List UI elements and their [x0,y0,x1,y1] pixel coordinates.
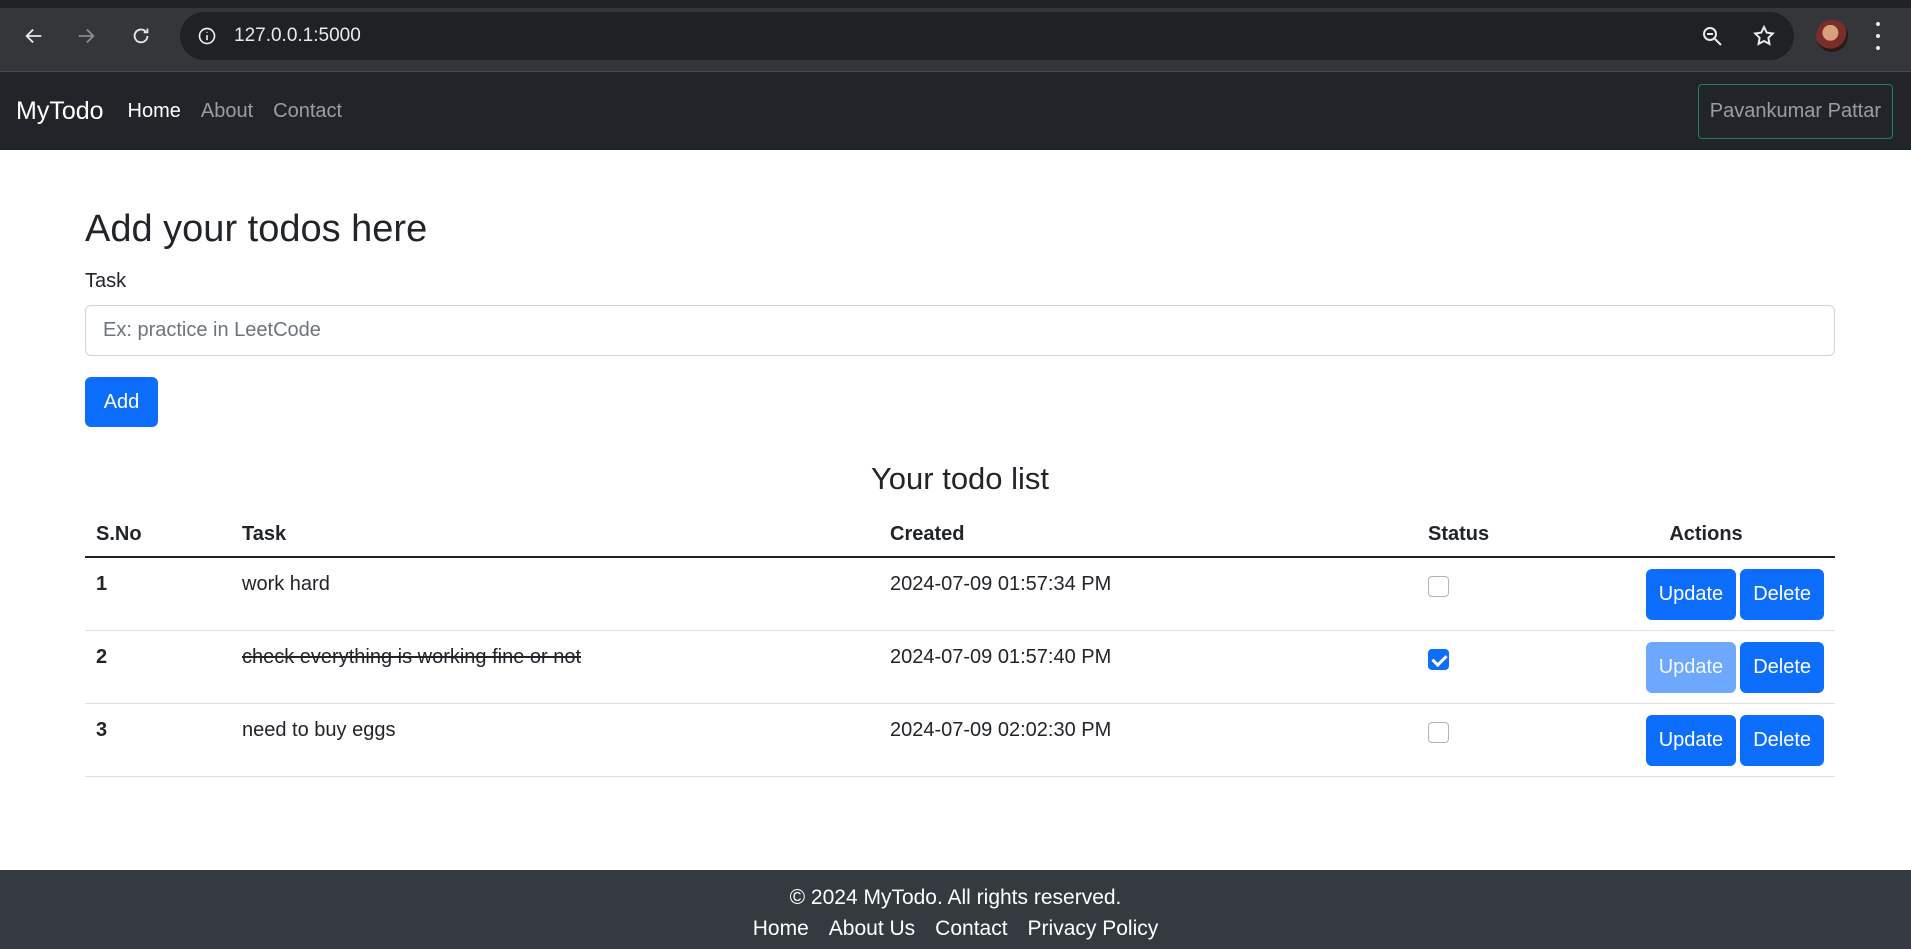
menu-icon[interactable] [1872,22,1884,50]
update-button[interactable]: Update [1645,641,1737,693]
header-actions: Actions [1577,513,1835,558]
main-content: Add your todos here Task Add Your todo l… [0,210,1836,777]
browser-chrome: 127.0.0.1:5000 [0,0,1911,72]
row-status [1417,703,1577,777]
header-created: Created [879,513,1417,558]
page-title: Add your todos here [85,208,428,250]
footer-copyright: © 2024 MyTodo. All rights reserved. [789,886,1122,909]
user-button[interactable]: Pavankumar Pattar [1697,84,1893,139]
delete-button[interactable]: Delete [1740,569,1824,620]
back-icon[interactable] [18,20,50,52]
row-task: work hard [231,557,879,631]
row-sno: 2 [85,630,231,704]
footer-link-privacy[interactable]: Privacy Policy [1028,917,1159,941]
table-row: 2 check everything is working fine or no… [85,630,1835,704]
delete-button[interactable]: Delete [1740,714,1824,766]
row-created: 2024-07-09 01:57:40 PM [879,630,1417,704]
nav-links: Home About Contact [128,100,343,123]
tab-strip [0,0,1911,8]
zoom-icon[interactable] [1700,24,1724,53]
forward-icon[interactable] [70,20,102,52]
url-text[interactable]: 127.0.0.1:5000 [234,25,361,47]
page-footer: © 2024 MyTodo. All rights reserved. Home… [0,870,1911,949]
row-sno: 1 [85,557,231,631]
profile-avatar[interactable] [1816,20,1848,52]
row-actions: Update Delete [1577,557,1835,631]
table-row: 1 work hard 2024-07-09 01:57:34 PM Updat… [85,557,1835,631]
status-checkbox[interactable] [1428,721,1449,743]
header-status: Status [1417,513,1577,558]
footer-link-contact[interactable]: Contact [935,917,1007,941]
row-task: need to buy eggs [231,703,879,777]
row-created: 2024-07-09 01:57:34 PM [879,557,1417,631]
update-button[interactable]: Update [1645,714,1737,766]
delete-button[interactable]: Delete [1740,641,1824,693]
footer-link-home[interactable]: Home [753,917,809,941]
row-actions: Update Delete [1577,630,1835,704]
list-title: Your todo list [870,461,1050,496]
footer-links: Home About Us Contact Privacy Policy [0,917,1911,941]
task-label: Task [85,270,127,292]
nav-about[interactable]: About [201,100,253,123]
add-button[interactable]: Add [85,377,158,427]
reload-icon[interactable] [125,20,157,52]
row-status [1417,557,1577,631]
row-status [1417,630,1577,704]
nav-contact[interactable]: Contact [273,100,342,123]
header-task: Task [231,513,879,558]
table-header-row: S.No Task Created Status Actions [85,513,1835,558]
status-checkbox[interactable] [1428,648,1449,670]
row-actions: Update Delete [1577,703,1835,777]
footer-link-about[interactable]: About Us [829,917,915,941]
brand-logo[interactable]: MyTodo [16,97,104,126]
row-sno: 3 [85,703,231,777]
row-created: 2024-07-09 02:02:30 PM [879,703,1417,777]
address-bar[interactable]: 127.0.0.1:5000 [180,12,1794,60]
todo-table: S.No Task Created Status Actions 1 work … [85,513,1835,777]
omnibox-actions [1700,24,1776,53]
nav-home[interactable]: Home [128,100,181,123]
info-icon[interactable] [196,25,218,47]
table-row: 3 need to buy eggs 2024-07-09 02:02:30 P… [85,703,1835,777]
status-checkbox[interactable] [1428,576,1449,597]
row-task: check everything is working fine or not [231,630,879,704]
header-sno: S.No [85,513,231,558]
star-icon[interactable] [1752,24,1776,53]
app-navbar: MyTodo Home About Contact Pavankumar Pat… [0,72,1911,150]
task-input[interactable] [85,305,1835,356]
update-button[interactable]: Update [1645,569,1737,620]
